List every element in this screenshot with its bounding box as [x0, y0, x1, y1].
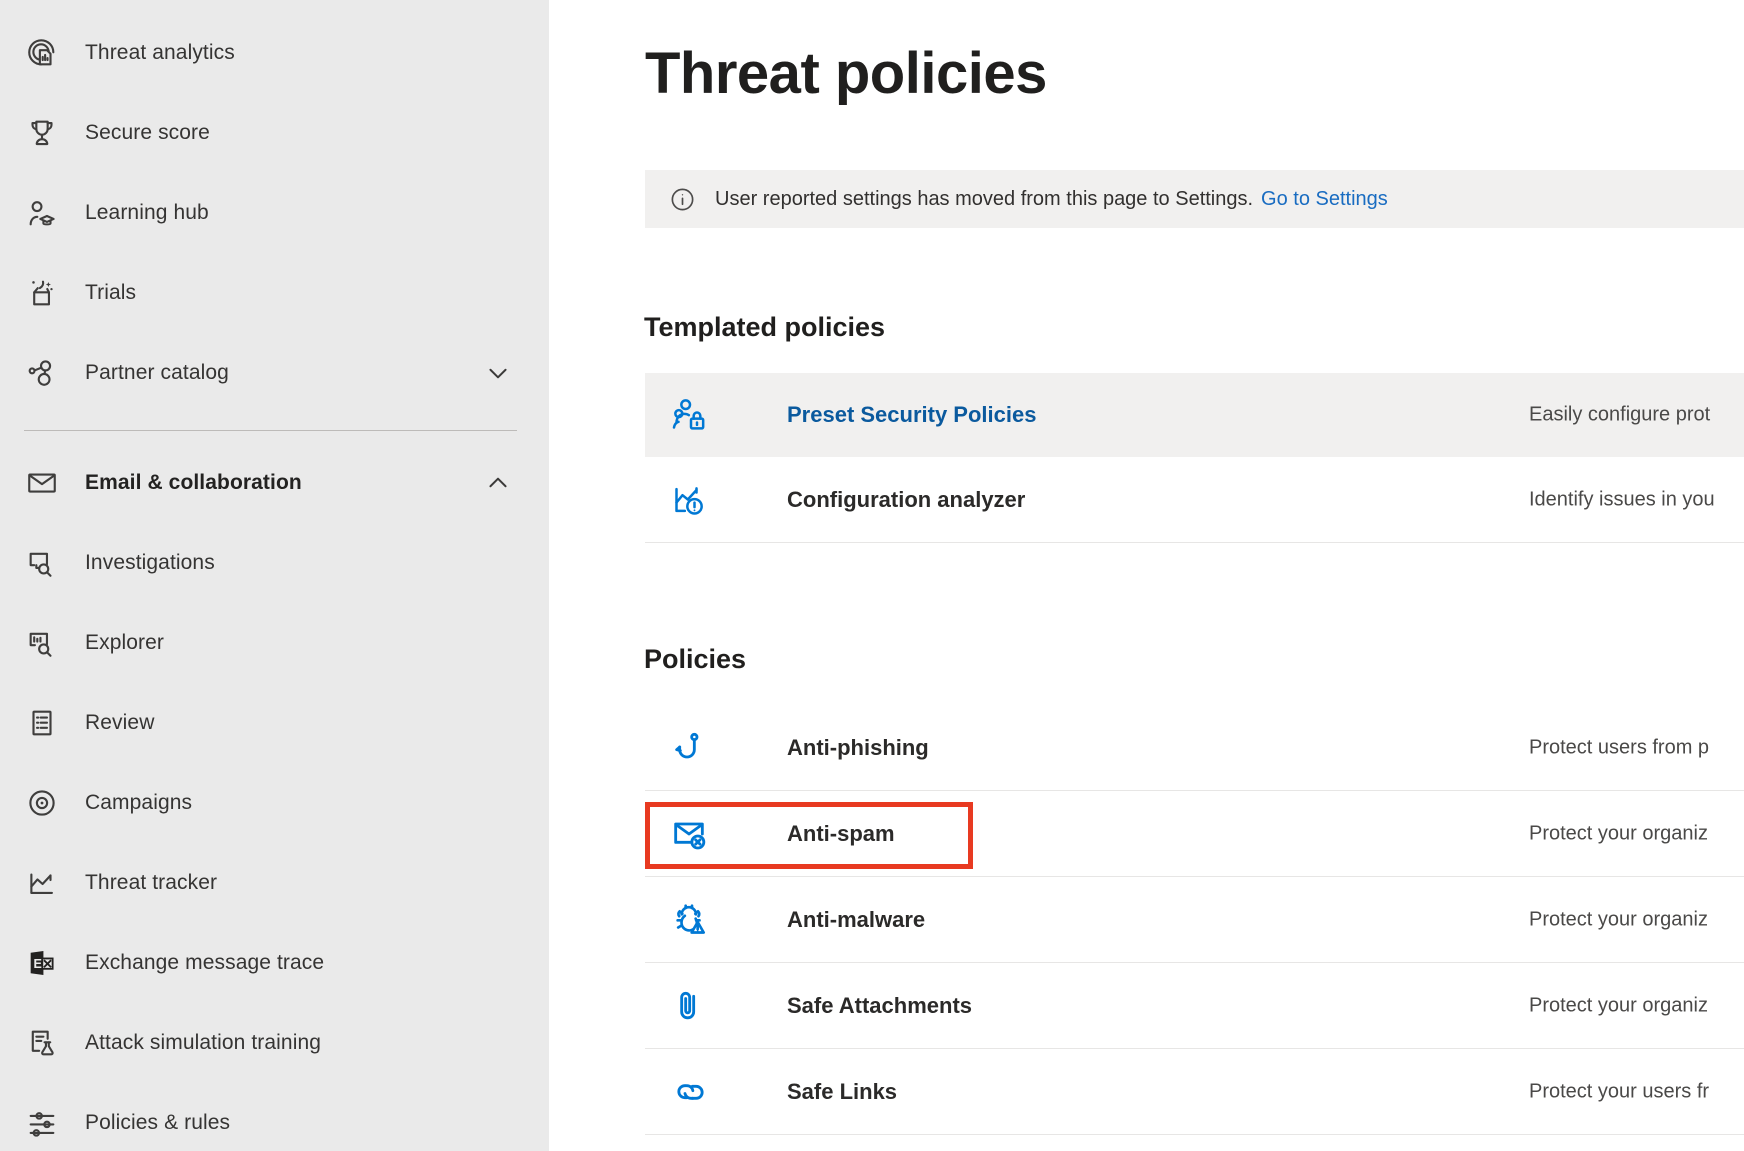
sidebar-item-trials[interactable]: Trials [0, 253, 549, 333]
sidebar-separator [24, 430, 517, 431]
exchange-icon: E [24, 945, 60, 981]
policy-description: Identify issues in you [1529, 488, 1715, 511]
row-safe-attachments[interactable]: Safe Attachments Protect your organiz [645, 963, 1744, 1049]
attack-simulation-icon [24, 1025, 60, 1061]
preset-security-icon [669, 395, 709, 435]
templated-policies-heading: Templated policies [644, 312, 885, 343]
partner-catalog-icon [24, 355, 60, 391]
page-title: Threat policies [645, 40, 1047, 107]
sidebar-item-exchange-message-trace[interactable]: E Exchange message trace [0, 923, 549, 1003]
sidebar-group-email-collaboration[interactable]: Email & collaboration [0, 443, 549, 523]
explorer-icon [24, 625, 60, 661]
sidebar-item-review[interactable]: Review [0, 683, 549, 763]
threat-tracker-icon [24, 865, 60, 901]
anti-malware-icon [669, 900, 709, 940]
sidebar-item-label: Campaigns [85, 791, 192, 815]
chevron-down-icon[interactable] [485, 360, 511, 386]
sidebar-group-label: Email & collaboration [85, 471, 302, 495]
policy-description: Protect users from p [1529, 736, 1709, 759]
svg-text:E: E [34, 956, 43, 971]
threat-analytics-icon [24, 35, 60, 71]
banner-message: User reported settings has moved from th… [715, 188, 1253, 211]
policy-label[interactable]: Configuration analyzer [787, 487, 1025, 513]
policy-label[interactable]: Preset Security Policies [787, 402, 1036, 428]
policy-description: Protect your organiz [1529, 822, 1708, 845]
sidebar-nav: Threat analytics Secure score Learning h… [0, 0, 549, 1151]
campaigns-icon [24, 785, 60, 821]
sidebar-item-label: Attack simulation training [85, 1031, 321, 1055]
row-anti-spam[interactable]: Anti-spam Protect your organiz [645, 791, 1744, 877]
go-to-settings-link[interactable]: Go to Settings [1261, 188, 1388, 211]
sidebar-item-label: Threat tracker [85, 871, 217, 895]
sidebar-item-policies-rules[interactable]: Policies & rules [0, 1083, 549, 1151]
sidebar-item-label: Threat analytics [85, 41, 235, 65]
policy-description: Protect your organiz [1529, 908, 1708, 931]
sidebar-item-investigations[interactable]: Investigations [0, 523, 549, 603]
policy-label[interactable]: Anti-malware [787, 907, 925, 933]
configuration-analyzer-icon [669, 480, 709, 520]
sidebar-item-label: Trials [85, 281, 136, 305]
sidebar-item-explorer[interactable]: Explorer [0, 603, 549, 683]
learning-hub-icon [24, 195, 60, 231]
policy-description: Protect your organiz [1529, 994, 1708, 1017]
email-icon [24, 465, 60, 501]
sidebar-item-label: Investigations [85, 551, 215, 575]
review-icon [24, 705, 60, 741]
sidebar-item-learning-hub[interactable]: Learning hub [0, 173, 549, 253]
sidebar-item-label: Review [85, 711, 154, 735]
row-preset-security-policies[interactable]: Preset Security Policies Easily configur… [645, 373, 1744, 457]
sidebar-item-label: Explorer [85, 631, 164, 655]
row-anti-malware[interactable]: Anti-malware Protect your organiz [645, 877, 1744, 963]
policy-label[interactable]: Anti-phishing [787, 735, 929, 761]
sidebar-item-label: Exchange message trace [85, 951, 324, 975]
investigations-icon [24, 545, 60, 581]
sidebar-item-campaigns[interactable]: Campaigns [0, 763, 549, 843]
anti-spam-icon [669, 814, 709, 854]
paperclip-icon [669, 986, 709, 1026]
safe-links-icon [669, 1072, 709, 1112]
policy-description: Easily configure prot [1529, 404, 1710, 427]
policy-label[interactable]: Safe Links [787, 1079, 897, 1105]
row-safe-links[interactable]: Safe Links Protect your users fr [645, 1049, 1744, 1135]
trophy-icon [24, 115, 60, 151]
sliders-icon [24, 1105, 60, 1141]
chevron-up-icon[interactable] [485, 470, 511, 496]
trials-icon [24, 275, 60, 311]
policy-label[interactable]: Safe Attachments [787, 993, 972, 1019]
sidebar-item-label: Secure score [85, 121, 210, 145]
info-icon [669, 186, 696, 213]
sidebar-item-threat-analytics[interactable]: Threat analytics [0, 13, 549, 93]
anti-phishing-icon [669, 728, 709, 768]
policies-heading: Policies [644, 644, 746, 675]
sidebar-item-label: Learning hub [85, 201, 209, 225]
sidebar-item-threat-tracker[interactable]: Threat tracker [0, 843, 549, 923]
sidebar-item-label: Policies & rules [85, 1111, 230, 1135]
sidebar-item-partner-catalog[interactable]: Partner catalog [0, 333, 549, 413]
info-banner: User reported settings has moved from th… [645, 170, 1744, 228]
main-content: Threat policies User reported settings h… [549, 0, 1744, 1151]
sidebar-item-label: Partner catalog [85, 361, 229, 385]
row-configuration-analyzer[interactable]: Configuration analyzer Identify issues i… [645, 457, 1744, 543]
sidebar-item-attack-simulation-training[interactable]: Attack simulation training [0, 1003, 549, 1083]
sidebar-item-secure-score[interactable]: Secure score [0, 93, 549, 173]
policy-label[interactable]: Anti-spam [787, 821, 895, 847]
policies-list: Anti-phishing Protect users from p Anti-… [549, 705, 1744, 1135]
policy-description: Protect your users fr [1529, 1080, 1709, 1103]
row-anti-phishing[interactable]: Anti-phishing Protect users from p [645, 705, 1744, 791]
